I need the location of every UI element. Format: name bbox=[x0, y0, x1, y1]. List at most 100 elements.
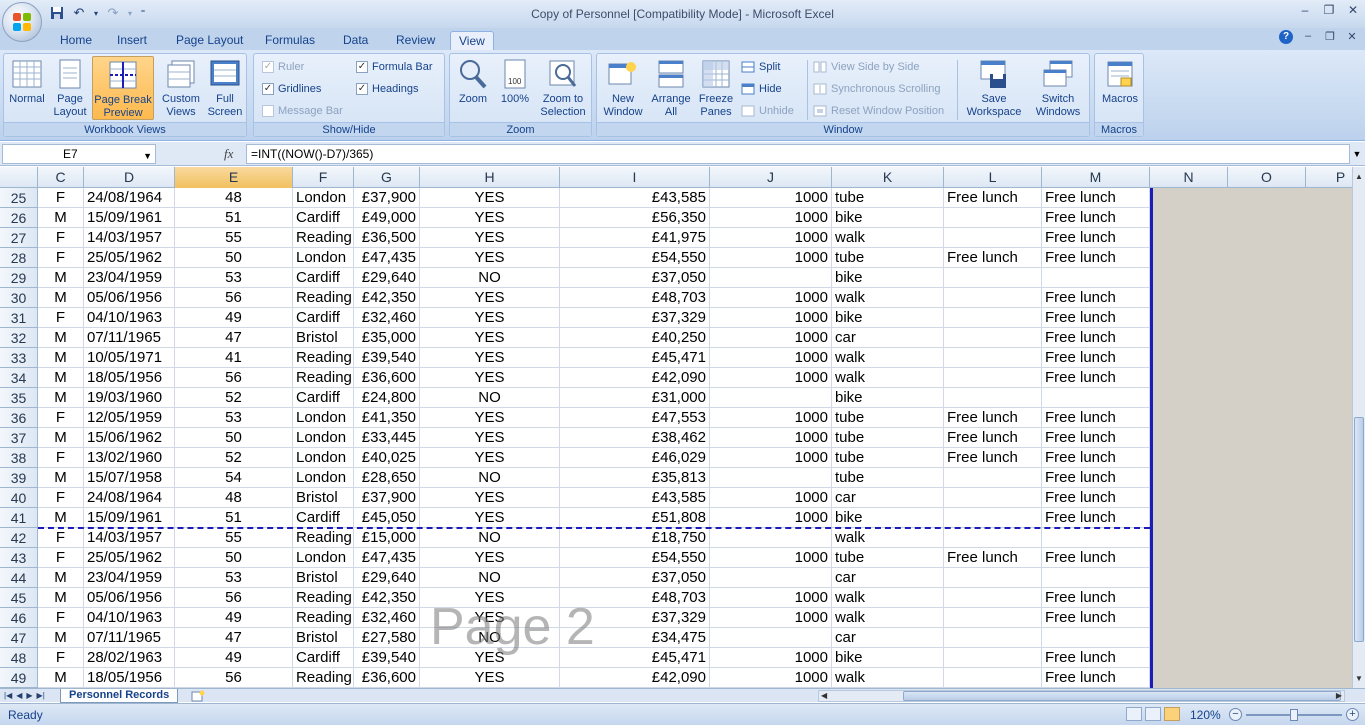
cell-l[interactable] bbox=[944, 328, 1042, 348]
cell-e[interactable]: 56 bbox=[175, 668, 293, 688]
cell-m[interactable] bbox=[1042, 568, 1150, 588]
gridlines-checkbox[interactable]: ✓ Gridlines bbox=[262, 80, 321, 98]
cell-i[interactable]: £45,471 bbox=[560, 348, 710, 368]
horizontal-scrollbar[interactable]: ◀ ▶ bbox=[818, 690, 1345, 702]
cell-g[interactable]: £47,435 bbox=[354, 248, 420, 268]
cell-l[interactable] bbox=[944, 528, 1042, 548]
help-icon[interactable]: ? bbox=[1279, 30, 1293, 44]
cell-m[interactable] bbox=[1042, 628, 1150, 648]
cell-m[interactable]: Free lunch bbox=[1042, 428, 1150, 448]
row-header[interactable]: 36 bbox=[0, 408, 38, 428]
new-window-button[interactable]: New Window bbox=[599, 56, 647, 120]
column-header-p[interactable]: P bbox=[1306, 167, 1352, 188]
office-button[interactable] bbox=[2, 2, 42, 42]
cell-g[interactable]: £41,350 bbox=[354, 408, 420, 428]
cell-g[interactable]: £45,050 bbox=[354, 508, 420, 528]
cell-i[interactable]: £31,000 bbox=[560, 388, 710, 408]
cell-i[interactable]: £42,090 bbox=[560, 368, 710, 388]
cell-g[interactable]: £40,025 bbox=[354, 448, 420, 468]
cell-l[interactable] bbox=[944, 488, 1042, 508]
cell-c[interactable]: F bbox=[38, 528, 84, 548]
cell-j[interactable]: 1000 bbox=[710, 648, 832, 668]
cell-f[interactable]: Cardiff bbox=[293, 648, 354, 668]
cell-k[interactable]: walk bbox=[832, 528, 944, 548]
cell-i[interactable]: £37,050 bbox=[560, 268, 710, 288]
cell-h[interactable]: YES bbox=[420, 348, 560, 368]
save-workspace-button[interactable]: Save Workspace bbox=[961, 56, 1027, 120]
cell-i[interactable]: £54,550 bbox=[560, 248, 710, 268]
cell-f[interactable]: Cardiff bbox=[293, 388, 354, 408]
cell-d[interactable]: 04/10/1963 bbox=[84, 308, 175, 328]
worksheet-grid[interactable]: CDEFGHIJKLMNOP 25 26 27 28 29 30 31 32 33 34 35 36 3… bbox=[0, 167, 1352, 688]
cell-d[interactable]: 15/07/1958 bbox=[84, 468, 175, 488]
cell-i[interactable]: £43,585 bbox=[560, 188, 710, 208]
cell-j[interactable]: 1000 bbox=[710, 348, 832, 368]
column-header-h[interactable]: H bbox=[420, 167, 560, 188]
cell-l[interactable]: Free lunch bbox=[944, 428, 1042, 448]
close-button[interactable]: ✕ bbox=[1341, 0, 1365, 20]
cell-f[interactable]: Bristol bbox=[293, 488, 354, 508]
cell-e[interactable]: 50 bbox=[175, 548, 293, 568]
cell-m[interactable]: Free lunch bbox=[1042, 328, 1150, 348]
row-header[interactable]: 31 bbox=[0, 308, 38, 328]
cell-f[interactable]: Cardiff bbox=[293, 508, 354, 528]
cell-d[interactable]: 07/11/1965 bbox=[84, 328, 175, 348]
cell-c[interactable]: M bbox=[38, 388, 84, 408]
cell-f[interactable]: Reading bbox=[293, 228, 354, 248]
cell-c[interactable]: M bbox=[38, 628, 84, 648]
zoom-slider-thumb[interactable] bbox=[1290, 709, 1298, 721]
cell-i[interactable]: £40,250 bbox=[560, 328, 710, 348]
cell-d[interactable]: 14/03/1957 bbox=[84, 228, 175, 248]
cell-g[interactable]: £36,500 bbox=[354, 228, 420, 248]
cell-d[interactable]: 25/05/1962 bbox=[84, 548, 175, 568]
cell-d[interactable]: 13/02/1960 bbox=[84, 448, 175, 468]
column-header-o[interactable]: O bbox=[1228, 167, 1306, 188]
cell-g[interactable]: £28,650 bbox=[354, 468, 420, 488]
cell-k[interactable]: bike bbox=[832, 648, 944, 668]
cell-e[interactable]: 50 bbox=[175, 428, 293, 448]
cell-j[interactable]: 1000 bbox=[710, 588, 832, 608]
cell-h[interactable]: YES bbox=[420, 248, 560, 268]
cell-l[interactable] bbox=[944, 348, 1042, 368]
row-header[interactable]: 46 bbox=[0, 608, 38, 628]
cell-j[interactable] bbox=[710, 268, 832, 288]
ruler-checkbox[interactable]: ✓ Ruler bbox=[262, 58, 304, 76]
row-header[interactable]: 43 bbox=[0, 548, 38, 568]
cell-f[interactable]: Bristol bbox=[293, 568, 354, 588]
row-header[interactable]: 37 bbox=[0, 428, 38, 448]
cell-m[interactable]: Free lunch bbox=[1042, 468, 1150, 488]
cell-c[interactable]: F bbox=[38, 648, 84, 668]
cell-k[interactable]: walk bbox=[832, 228, 944, 248]
cell-d[interactable]: 10/05/1971 bbox=[84, 348, 175, 368]
cell-j[interactable]: 1000 bbox=[710, 248, 832, 268]
cell-e[interactable]: 51 bbox=[175, 508, 293, 528]
cell-e[interactable]: 54 bbox=[175, 468, 293, 488]
column-header-d[interactable]: D bbox=[84, 167, 175, 188]
cell-j[interactable]: 1000 bbox=[710, 668, 832, 688]
cell-k[interactable]: car bbox=[832, 568, 944, 588]
cell-h[interactable]: NO bbox=[420, 468, 560, 488]
cell-j[interactable]: 1000 bbox=[710, 188, 832, 208]
cell-k[interactable]: bike bbox=[832, 308, 944, 328]
scroll-right-icon[interactable]: ▶ bbox=[1336, 691, 1342, 700]
cell-e[interactable]: 47 bbox=[175, 628, 293, 648]
cell-d[interactable]: 12/05/1959 bbox=[84, 408, 175, 428]
cell-j[interactable] bbox=[710, 568, 832, 588]
reset-window-position-button[interactable]: Reset Window Position bbox=[813, 102, 944, 120]
cell-k[interactable]: bike bbox=[832, 208, 944, 228]
cell-m[interactable]: Free lunch bbox=[1042, 348, 1150, 368]
cell-m[interactable]: Free lunch bbox=[1042, 548, 1150, 568]
cell-m[interactable]: Free lunch bbox=[1042, 448, 1150, 468]
cell-m[interactable]: Free lunch bbox=[1042, 188, 1150, 208]
zoom-in-icon[interactable]: + bbox=[1346, 708, 1359, 721]
cell-i[interactable]: £18,750 bbox=[560, 528, 710, 548]
ribbon-close-icon[interactable]: ✕ bbox=[1345, 30, 1359, 44]
cell-d[interactable]: 05/06/1956 bbox=[84, 288, 175, 308]
cell-c[interactable]: F bbox=[38, 608, 84, 628]
cell-g[interactable]: £35,000 bbox=[354, 328, 420, 348]
cell-f[interactable]: London bbox=[293, 248, 354, 268]
cell-g[interactable]: £32,460 bbox=[354, 308, 420, 328]
cell-i[interactable]: £48,703 bbox=[560, 288, 710, 308]
cell-c[interactable]: M bbox=[38, 208, 84, 228]
cell-h[interactable]: YES bbox=[420, 328, 560, 348]
